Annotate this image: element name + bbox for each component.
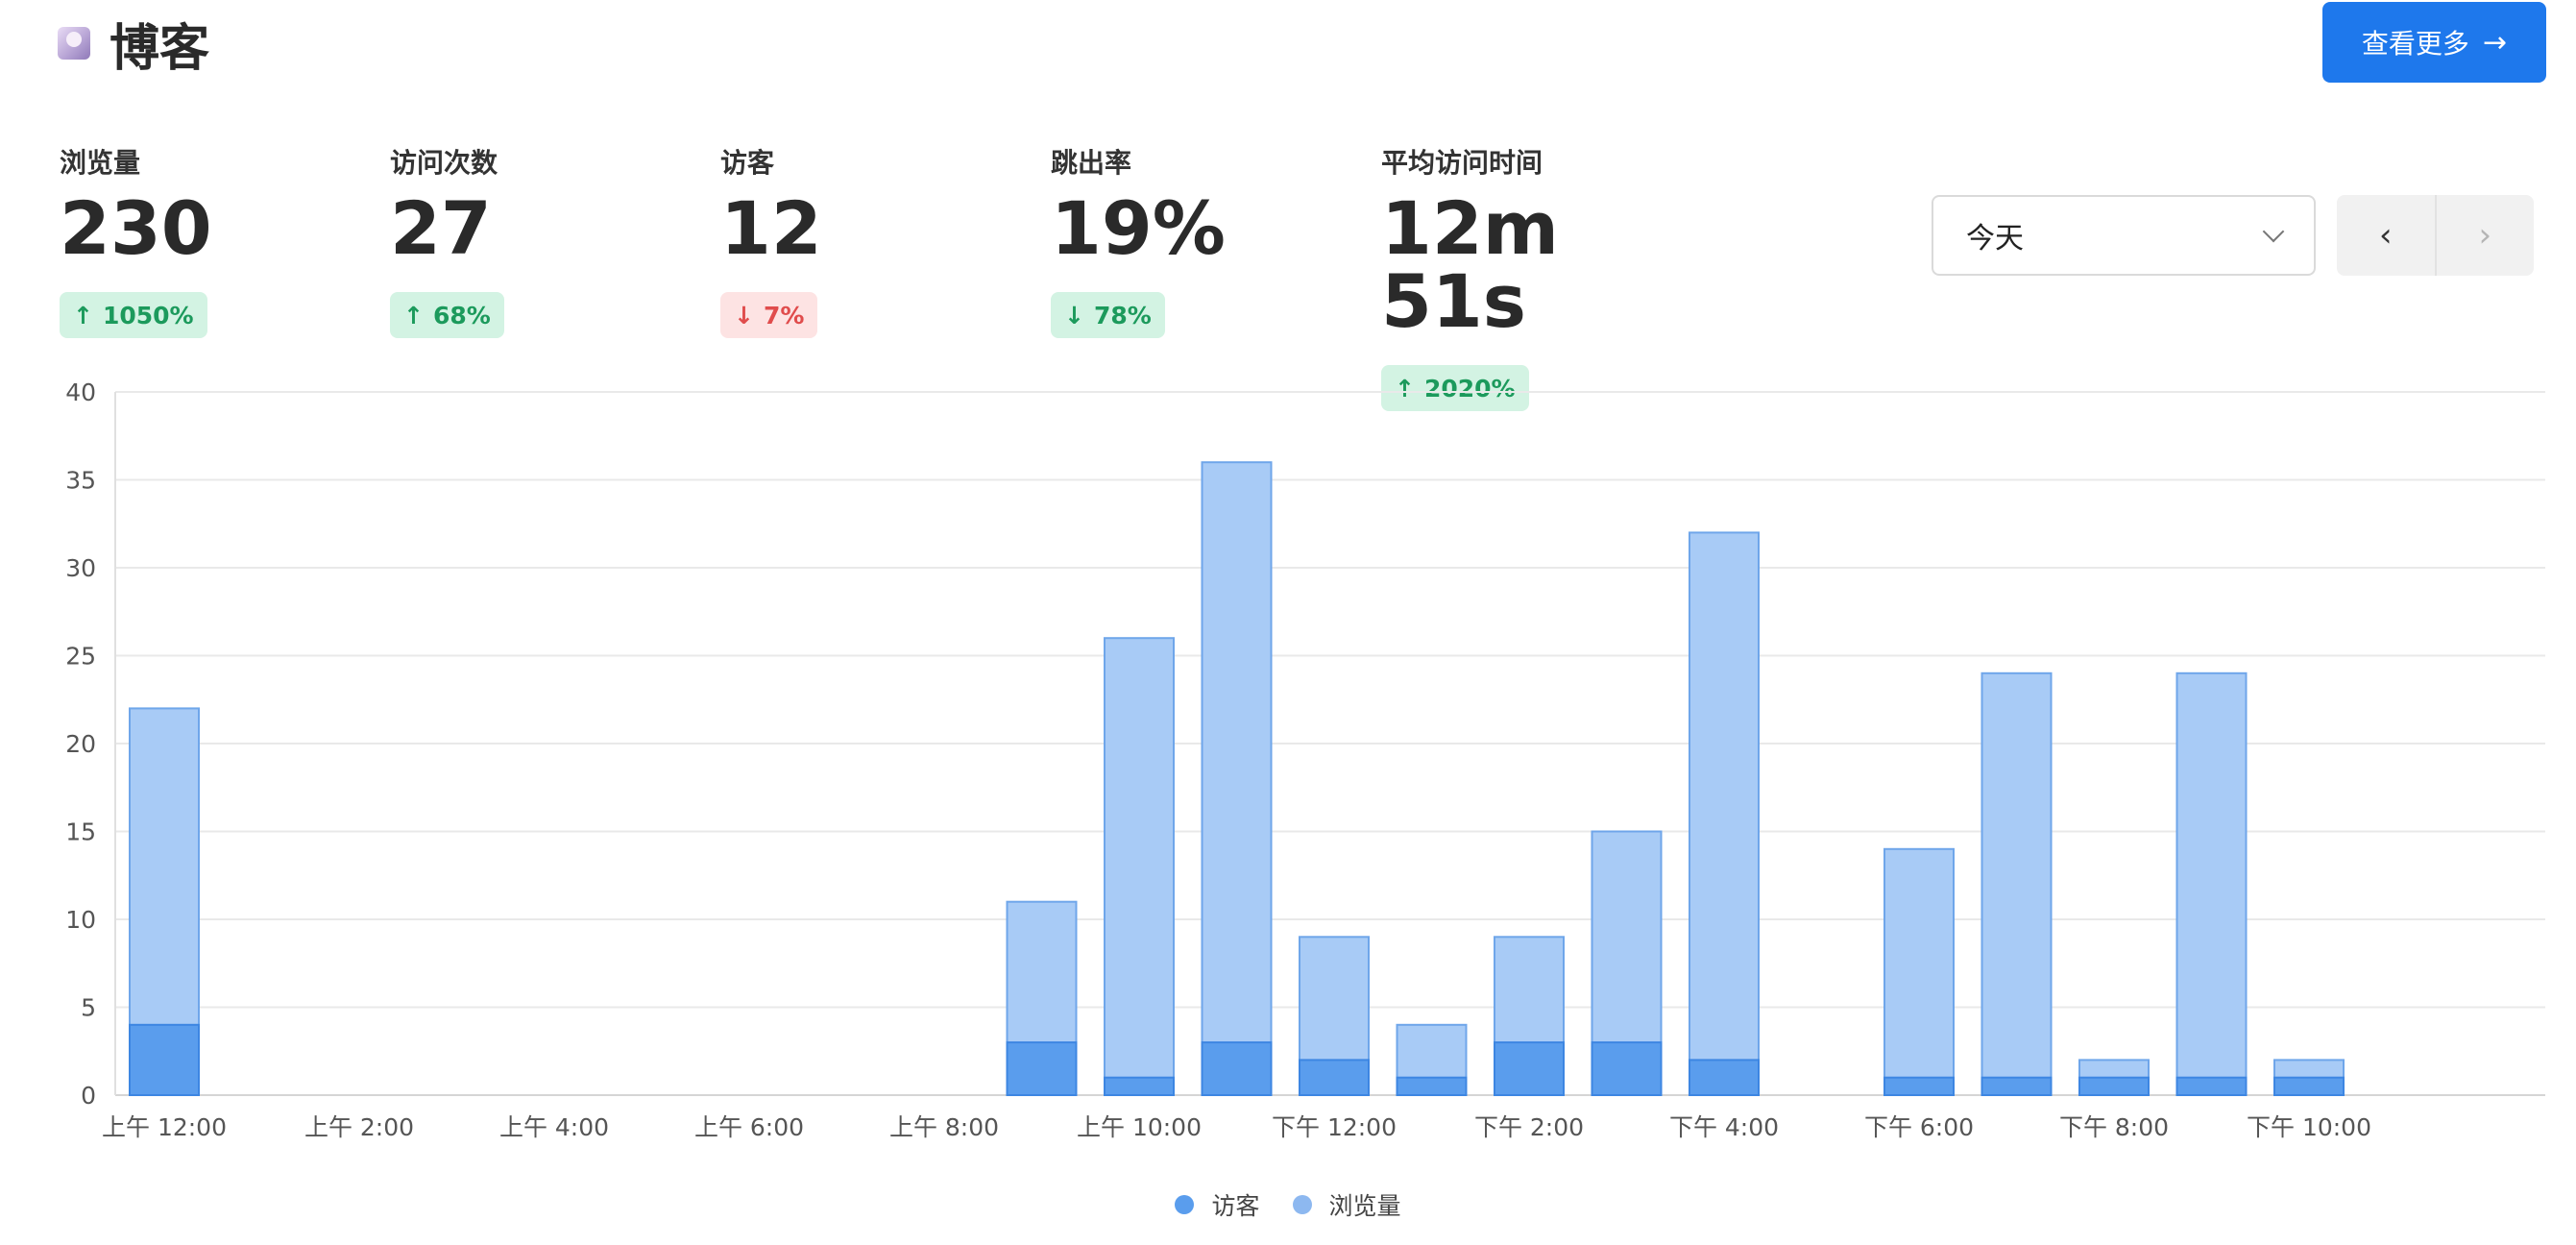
bar-pageviews <box>1201 461 1273 1096</box>
y-tick-label: 5 <box>81 994 96 1022</box>
metric-label: 访问次数 <box>390 147 498 179</box>
x-tick-label: 下午 12:00 <box>1272 1113 1397 1141</box>
y-tick-label: 20 <box>65 730 96 758</box>
bar-pageviews <box>1104 637 1175 1096</box>
x-tick-label: 下午 4:00 <box>1669 1113 1779 1141</box>
chart-legend: 访客 浏览量 <box>0 1187 2576 1222</box>
x-tick-label: 下午 10:00 <box>2247 1113 2371 1141</box>
metric-change-badge: ↓ 78% <box>1051 292 1165 338</box>
site-favicon <box>58 27 90 60</box>
arrow-right-icon: → <box>2482 25 2508 60</box>
next-period-button[interactable]: › <box>2434 195 2535 276</box>
arrow-down-icon: ↓ <box>734 301 754 330</box>
header: 博客 查看更多 → <box>0 0 2576 106</box>
bar-pageviews <box>2175 671 2248 1096</box>
metric-change-value: 1050% <box>102 301 194 330</box>
bar-visitors <box>1299 1059 1370 1097</box>
metric-change-badge: ↑ 68% <box>390 292 504 338</box>
metric-change-value: 7% <box>763 301 805 330</box>
y-tick-label: 40 <box>65 378 96 406</box>
bar-visitors <box>1396 1076 1468 1097</box>
arrow-down-icon: ↓ <box>1064 301 1084 330</box>
legend-dot-pageviews <box>1292 1195 1312 1214</box>
bar-pageviews <box>1981 671 2053 1096</box>
x-tick-label: 上午 8:00 <box>889 1113 999 1141</box>
date-range-value: 今天 <box>1966 222 2024 256</box>
x-tick-label: 上午 10:00 <box>1077 1113 1202 1141</box>
hourly-bar-chart: 0 5 10 15 20 25 30 35 40 上午 12:00 上午 2:00 上午 4:00 上午… <box>65 378 2545 1141</box>
chevron-left-icon: ‹ <box>2378 216 2393 255</box>
bar-visitors <box>2273 1076 2345 1097</box>
bar-visitors <box>1104 1076 1175 1097</box>
y-tick-label: 0 <box>81 1082 96 1110</box>
metric-change-badge: ↑ 1050% <box>60 292 207 338</box>
bar-pageviews <box>1689 531 1760 1096</box>
metric-label: 平均访问时间 <box>1381 147 1543 179</box>
x-tick-label: 上午 6:00 <box>694 1113 804 1141</box>
metric-card: 访客 12 ↓ 7% <box>720 142 1037 338</box>
metric-value: 12 <box>720 185 822 271</box>
bar-visitors <box>1591 1041 1663 1096</box>
bar-pageviews <box>1883 847 1955 1096</box>
arrow-up-icon: ↑ <box>73 301 93 330</box>
y-tick-label: 35 <box>65 467 96 495</box>
arrow-up-icon: ↑ <box>403 301 424 330</box>
legend-dot-visitors <box>1175 1195 1195 1214</box>
x-tick-label: 下午 8:00 <box>2059 1113 2169 1141</box>
y-tick-label: 15 <box>65 818 96 846</box>
metric-card: 访问次数 27 ↑ 68% <box>390 142 707 338</box>
metric-change-value: 78% <box>1093 301 1152 330</box>
prev-period-button[interactable]: ‹ <box>2337 195 2435 276</box>
metric-label: 浏览量 <box>60 147 141 179</box>
bar-visitors <box>2078 1076 2150 1097</box>
metric-change-badge: ↓ 7% <box>720 292 818 338</box>
chevron-down-icon <box>2262 220 2285 243</box>
metric-value: 27 <box>390 185 492 271</box>
metric-change-value: 68% <box>432 301 491 330</box>
legend-label-pageviews: 浏览量 <box>1328 1192 1401 1220</box>
view-more-label: 查看更多 <box>2361 28 2469 60</box>
bar-visitors <box>1981 1076 2053 1097</box>
x-tick-label: 下午 6:00 <box>1864 1113 1974 1141</box>
bar-visitors <box>1201 1041 1273 1096</box>
x-tick-label: 上午 12:00 <box>102 1113 227 1141</box>
bar-visitors <box>2175 1076 2248 1097</box>
bar-visitors <box>1006 1041 1078 1096</box>
y-tick-label: 30 <box>65 554 96 582</box>
metric-card: 跳出率 19% ↓ 78% <box>1051 142 1368 338</box>
metric-label: 访客 <box>720 147 775 179</box>
date-range-select[interactable]: 今天 <box>1932 195 2316 276</box>
bar-visitors <box>129 1023 200 1096</box>
metric-value: 19% <box>1051 185 1226 271</box>
metric-value: 12m 51s <box>1381 185 1559 344</box>
metric-card: 浏览量 230 ↑ 1050% <box>60 142 377 338</box>
metric-value: 230 <box>60 185 212 271</box>
x-tick-label: 下午 2:00 <box>1474 1113 1584 1141</box>
legend-item-visitors[interactable]: 访客 <box>1175 1187 1260 1222</box>
view-more-button[interactable]: 查看更多 → <box>2322 2 2546 83</box>
x-tick-label: 上午 4:00 <box>499 1113 609 1141</box>
y-tick-label: 10 <box>65 906 96 934</box>
y-tick-label: 25 <box>65 643 96 671</box>
legend-item-pageviews[interactable]: 浏览量 <box>1292 1187 1401 1222</box>
site-title: 博客 <box>109 20 210 78</box>
bar-visitors <box>1494 1041 1565 1096</box>
metric-label: 跳出率 <box>1051 147 1132 179</box>
date-nav: ‹ › <box>2337 195 2534 276</box>
chevron-right-icon: › <box>2478 216 2492 255</box>
bar-visitors <box>1689 1059 1760 1097</box>
legend-label-visitors: 访客 <box>1211 1192 1260 1220</box>
x-tick-label: 上午 2:00 <box>304 1113 414 1141</box>
bar-visitors <box>1883 1076 1955 1097</box>
